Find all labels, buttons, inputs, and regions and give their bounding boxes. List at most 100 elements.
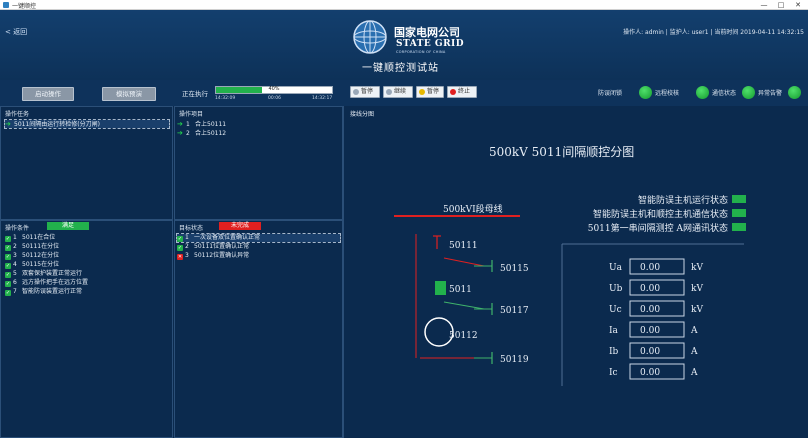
operation-task-panel: 操作任务 ➔ 5011间隔由运行转检修(分刀闸) — [0, 106, 173, 220]
pause-icon — [353, 89, 359, 95]
check-icon: ✓ — [5, 290, 11, 296]
check-icon: ✓ — [5, 263, 11, 269]
condition-number: 6 — [13, 279, 17, 286]
suspend-button[interactable]: 暂停 — [416, 86, 444, 98]
operation-steps-title: 操作项目 — [179, 111, 204, 118]
progress-percent: 40% — [268, 86, 280, 92]
control-toolbar: 启动操作 模拟预演 正在执行 40% 14:32:09 00:06 14:32:… — [0, 80, 808, 106]
target-text: 50112位置确认异常 — [194, 252, 250, 259]
logo-text-corp: CORPORATION OF CHINA — [396, 50, 446, 54]
measurement-name: Ia — [609, 326, 619, 336]
error-x-icon: ✕ — [177, 254, 183, 260]
close-window-button[interactable]: ✕ — [790, 0, 806, 10]
target-text: 50111位置确认正常 — [194, 243, 250, 250]
operation-task-title: 操作任务 — [5, 111, 30, 118]
condition-row: ✓ 2 50111在分位 — [5, 243, 59, 251]
link-50117 — [443, 301, 485, 310]
logo-text-en: STATE GRID — [396, 39, 465, 49]
progress-end-time: 14:32:17 — [312, 96, 333, 101]
condition-row: ✓ 6 远方操作把手在远方位置 — [5, 279, 88, 287]
status-line-3: 5011第一串间隔测控 A网通讯状态 — [588, 222, 728, 234]
condition-text: 50111在分位 — [22, 243, 60, 250]
status-indicator-1 — [732, 195, 746, 203]
check-icon: ✓ — [5, 272, 11, 278]
pause-button[interactable]: 暂停 — [350, 86, 380, 98]
window-titlebar: 一键顺控 — □ ✕ — [0, 0, 808, 10]
condition-number: 2 — [13, 243, 17, 250]
operation-task-row[interactable]: ➔ 5011间隔由运行转检修(分刀闸) — [4, 119, 170, 129]
execution-progress-bar: 40% — [215, 86, 333, 94]
app-icon — [3, 2, 9, 8]
target-row[interactable]: ✕ 3 50112位置确认异常 — [177, 252, 340, 260]
measurement-name: Ua — [609, 263, 623, 273]
condition-text: 5011在合位 — [22, 234, 56, 241]
station-name: 一键顺控测试站 — [362, 63, 439, 74]
operation-steps-panel: 操作项目 ➔ 1 合上50111 ➔ 2 合上50112 — [174, 106, 343, 220]
pause-label: 暂停 — [361, 88, 374, 95]
measurement-name: Ic — [609, 368, 618, 378]
resume-button[interactable]: 继续 — [383, 86, 413, 98]
stop-icon — [450, 89, 456, 95]
check-icon: ✓ — [5, 281, 11, 287]
stop-button[interactable]: 终止 — [447, 86, 477, 98]
measurement-unit: A — [690, 368, 698, 378]
app-header: < 返回 国家电网公司 STATE GRID CORPORATION OF CH… — [0, 10, 808, 80]
measurement-name: Uc — [609, 305, 622, 315]
indicator-label-1: 防误闭锁 — [598, 90, 623, 97]
device-label-50119: 50119 — [500, 355, 529, 365]
minimize-button[interactable]: — — [756, 0, 772, 10]
executing-label: 正在执行 — [182, 90, 208, 98]
check-icon: ✓ — [5, 245, 11, 251]
indicator-label-3: 通信状态 — [712, 90, 737, 97]
breaker-5011[interactable] — [435, 281, 446, 295]
target-state-title: 目标状态 — [179, 225, 204, 232]
status-indicator-2 — [732, 209, 746, 217]
suspend-icon — [419, 89, 425, 95]
target-text: 一次设备双位置确认正常 — [194, 234, 261, 241]
condition-text: 远方操作把手在远方位置 — [22, 279, 89, 286]
target-row[interactable]: ✓ 1 一次设备双位置确认正常 — [176, 233, 341, 243]
indicator-label-4: 异常告警 — [758, 90, 783, 97]
measurement-value: 0.00 — [640, 326, 660, 336]
condition-row: ✓ 4 50115在分位 — [5, 261, 59, 269]
condition-row: ✓ 1 5011在合位 — [5, 234, 55, 242]
condition-number: 5 — [13, 270, 17, 277]
step-row[interactable]: ➔ 1 合上50111 — [177, 120, 340, 128]
maximize-button[interactable]: □ — [773, 0, 789, 10]
device-label-50117: 50117 — [500, 306, 529, 316]
logo-text-cn: 国家电网公司 — [394, 26, 460, 39]
condition-row: ✓ 7 智能防误装置运行正常 — [5, 288, 82, 296]
state-grid-logo-icon — [353, 20, 387, 54]
condition-text: 双套保护装置正常运行 — [22, 270, 83, 277]
back-link[interactable]: < 返回 — [5, 27, 27, 37]
window-title: 一键顺控 — [12, 3, 37, 10]
suspend-label: 暂停 — [427, 88, 440, 95]
conditions-status-badge: 满足 — [47, 222, 89, 230]
play-icon — [386, 89, 392, 95]
measurement-unit: kV — [691, 305, 703, 315]
operation-conditions-panel: 操作条件 满足 ✓ 1 5011在合位 ✓ 2 50111在分位 ✓ 3 50112在分位 … — [0, 220, 173, 438]
condition-number: 3 — [13, 252, 17, 259]
target-row[interactable]: ✓ 2 50111位置确认正常 — [177, 243, 340, 251]
mock-preview-button[interactable]: 模拟预演 — [102, 87, 156, 101]
progress-start-time: 14:32:09 — [215, 96, 236, 101]
operation-conditions-title: 操作条件 — [5, 225, 30, 232]
device-label-50112: 50112 — [449, 331, 478, 341]
condition-row: ✓ 5 双套保护装置正常运行 — [5, 270, 82, 278]
status-line-2: 智能防误主机和顺控主机通信状态 — [593, 208, 728, 220]
condition-number: 4 — [13, 261, 17, 268]
resume-label: 继续 — [394, 88, 407, 95]
start-operation-button[interactable]: 启动操作 — [22, 87, 74, 101]
diagram-title: 500kV 5011间隔顺控分图 — [489, 145, 634, 159]
check-icon: ✓ — [5, 236, 11, 242]
measurement-unit: A — [690, 326, 698, 336]
measurement-name: Ib — [609, 347, 619, 357]
measurement-value: 0.00 — [640, 305, 660, 315]
condition-row: ✓ 3 50112在分位 — [5, 252, 59, 260]
stop-label: 终止 — [458, 88, 471, 95]
check-icon: ✓ — [5, 254, 11, 260]
step-row[interactable]: ➔ 2 合上50112 — [177, 129, 340, 137]
indicator-label-2: 远程校核 — [655, 90, 680, 97]
measurement-value: 0.00 — [640, 347, 660, 357]
condition-text: 50112在分位 — [22, 252, 60, 259]
